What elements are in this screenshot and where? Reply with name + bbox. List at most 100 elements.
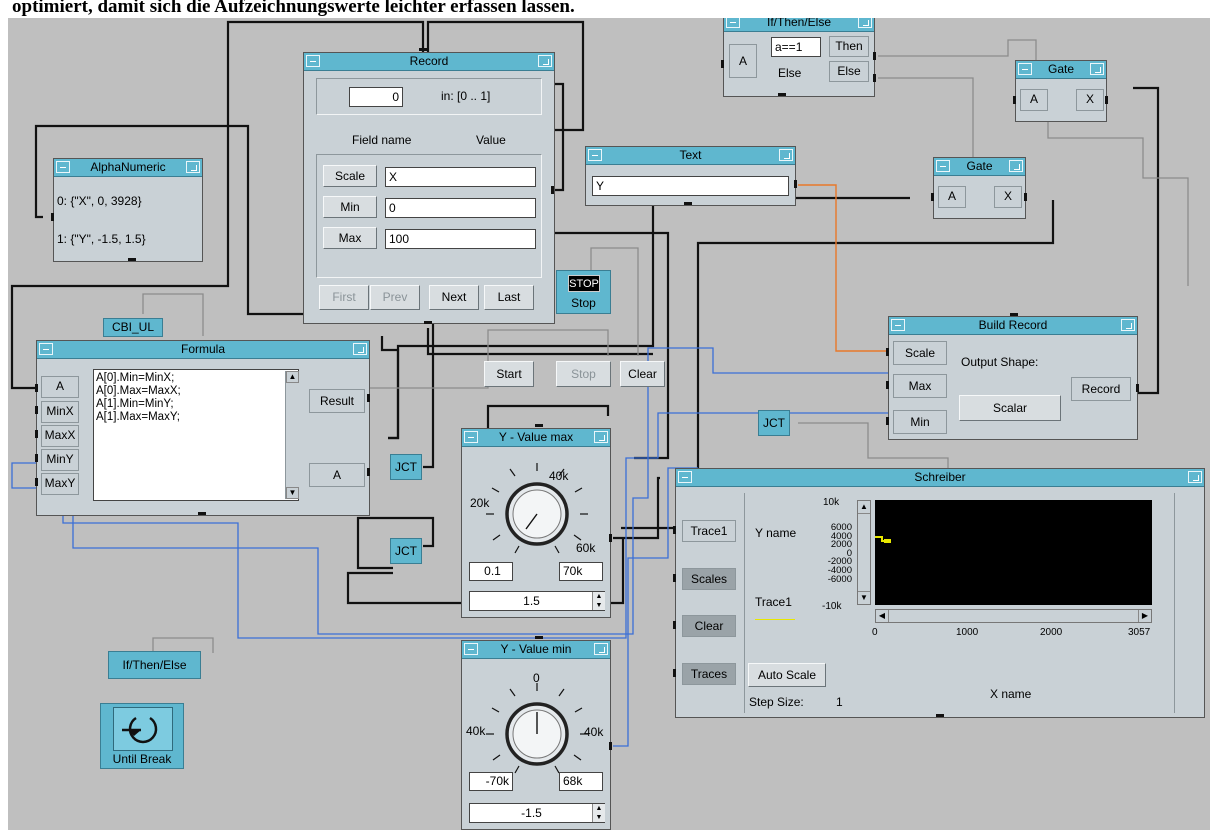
- input-pin-minx[interactable]: MinX: [41, 401, 79, 423]
- build-record-box[interactable]: Build Record Scale Max Min Output Shape:…: [888, 316, 1138, 440]
- input-pin-min[interactable]: Min: [893, 410, 947, 434]
- y-value-max-box[interactable]: Y - Value max 20k 40k 60k 0.1 70k 1.5 ▲ ▼: [461, 428, 611, 618]
- menu-icon[interactable]: [1009, 160, 1023, 172]
- minimize-icon[interactable]: [891, 319, 905, 331]
- input-pin-maxx[interactable]: MaxX: [41, 425, 79, 447]
- clear-button[interactable]: Clear: [620, 361, 665, 387]
- alphanumeric-titlebar[interactable]: AlphaNumeric: [54, 159, 202, 177]
- menu-icon[interactable]: [594, 431, 608, 443]
- input-pin-clear[interactable]: Clear: [682, 615, 736, 637]
- input-pin-maxy[interactable]: MaxY: [41, 473, 79, 495]
- input-pin-miny[interactable]: MinY: [41, 449, 79, 471]
- menu-icon[interactable]: [858, 18, 872, 28]
- spinner-icon[interactable]: ▲ ▼: [592, 592, 605, 610]
- alphanumeric-box[interactable]: AlphaNumeric 0: {"X", 0, 3928} 1: {"Y", …: [53, 158, 203, 262]
- scroll-left-icon[interactable]: ◀: [876, 610, 889, 622]
- input-pin-trace1[interactable]: Trace1: [682, 520, 736, 542]
- y-value-max-titlebar[interactable]: Y - Value max: [462, 429, 610, 447]
- input-pin-a[interactable]: A: [729, 44, 757, 78]
- record-prev-button[interactable]: Prev: [370, 285, 420, 310]
- gate-titlebar[interactable]: Gate: [934, 158, 1025, 176]
- auto-scale-button[interactable]: Auto Scale: [748, 663, 826, 687]
- stop-button[interactable]: Stop: [556, 361, 611, 387]
- until-break-object[interactable]: Until Break: [100, 703, 184, 769]
- jct-object[interactable]: JCT: [390, 538, 422, 564]
- menu-icon[interactable]: [1121, 319, 1135, 331]
- y-value-min-titlebar[interactable]: Y - Value min: [462, 641, 610, 659]
- input-pin-a[interactable]: A: [41, 376, 79, 398]
- scroll-down-icon[interactable]: ▼: [286, 487, 299, 499]
- output-pin-result[interactable]: Result: [309, 389, 365, 413]
- minimize-icon[interactable]: [726, 18, 740, 28]
- scroll-up-icon[interactable]: ▲: [858, 501, 870, 514]
- text-box[interactable]: Text Y: [585, 146, 796, 206]
- output-pin-record[interactable]: Record: [1071, 377, 1131, 401]
- knob-value-field[interactable]: -1.5: [469, 803, 605, 823]
- record-index-field[interactable]: 0: [349, 87, 403, 107]
- field-scale-value[interactable]: X: [385, 167, 536, 187]
- minimize-icon[interactable]: [588, 149, 602, 161]
- spinner-icon[interactable]: ▲ ▼: [592, 804, 605, 822]
- menu-icon[interactable]: [779, 149, 793, 161]
- plot-area[interactable]: [875, 500, 1152, 605]
- if-then-else-icon[interactable]: If/Then/Else: [108, 651, 201, 679]
- input-pin-a[interactable]: A: [938, 186, 966, 208]
- knob-dial[interactable]: [482, 679, 592, 779]
- start-button[interactable]: Start: [484, 361, 534, 387]
- schreiber-titlebar[interactable]: Schreiber: [676, 469, 1204, 487]
- input-pin-scale[interactable]: Scale: [893, 341, 947, 365]
- gate-box[interactable]: Gate A X: [933, 157, 1026, 219]
- minimize-icon[interactable]: [1018, 63, 1032, 75]
- x-scrollbar[interactable]: ◀ ▶: [875, 609, 1152, 623]
- build-record-titlebar[interactable]: Build Record: [889, 317, 1137, 335]
- output-pin-a[interactable]: A: [309, 463, 365, 487]
- knob-min-field[interactable]: 0.1: [469, 562, 513, 581]
- input-pin-traces[interactable]: Traces: [682, 663, 736, 685]
- menu-icon[interactable]: [594, 643, 608, 655]
- knob-max-field[interactable]: 68k: [559, 772, 603, 791]
- minimize-icon[interactable]: [39, 343, 53, 355]
- field-min-value[interactable]: 0: [385, 198, 536, 218]
- menu-icon[interactable]: [1090, 63, 1104, 75]
- minimize-icon[interactable]: [56, 161, 70, 173]
- shape-scalar-button[interactable]: Scalar: [959, 395, 1061, 421]
- field-max-button[interactable]: Max: [323, 227, 377, 249]
- record-last-button[interactable]: Last: [484, 285, 534, 310]
- menu-icon[interactable]: [186, 161, 200, 173]
- record-titlebar[interactable]: Record: [304, 53, 554, 71]
- gate-titlebar[interactable]: Gate: [1016, 61, 1106, 79]
- input-pin-a[interactable]: A: [1020, 89, 1048, 111]
- minimize-icon[interactable]: [306, 55, 320, 67]
- menu-icon[interactable]: [538, 55, 552, 67]
- output-pin-x[interactable]: X: [1076, 89, 1104, 111]
- condition-field[interactable]: a==1: [771, 37, 821, 57]
- record-box[interactable]: Record 0 in: [0 .. 1] Field name Value S…: [303, 52, 555, 324]
- formula-editor[interactable]: A[0].Min=MinX; A[0].Max=MaxX; A[1].Min=M…: [93, 369, 299, 501]
- knob-min-field[interactable]: -70k: [469, 772, 513, 791]
- scroll-down-icon[interactable]: ▼: [858, 591, 870, 604]
- workspace-canvas[interactable]: Record 0 in: [0 .. 1] Field name Value S…: [8, 18, 1210, 830]
- minimize-icon[interactable]: [936, 160, 950, 172]
- stop-object[interactable]: STOP Stop: [556, 270, 611, 314]
- minimize-icon[interactable]: [464, 643, 478, 655]
- input-pin-scales[interactable]: Scales: [682, 568, 736, 590]
- knob-value-field[interactable]: 1.5: [469, 591, 605, 611]
- scroll-right-icon[interactable]: ▶: [1138, 610, 1151, 622]
- minimize-icon[interactable]: [464, 431, 478, 443]
- jct-object[interactable]: JCT: [758, 410, 790, 436]
- cbi-ul-object[interactable]: CBI_UL: [103, 318, 163, 337]
- y-value-min-box[interactable]: Y - Value min 0 40k 40k -70k 68k -1.5 ▲ ▼: [461, 640, 611, 830]
- formula-box[interactable]: Formula A MinX MaxX MinY MaxY A[0].Min=M…: [36, 340, 370, 516]
- output-pin-else[interactable]: Else: [829, 61, 869, 82]
- record-next-button[interactable]: Next: [429, 285, 479, 310]
- input-pin-max[interactable]: Max: [893, 374, 947, 398]
- if-then-else-box[interactable]: If/Then/Else A a==1 Else Then Else: [723, 18, 875, 97]
- menu-icon[interactable]: [1188, 471, 1202, 483]
- text-titlebar[interactable]: Text: [586, 147, 795, 165]
- output-pin-x[interactable]: X: [994, 186, 1022, 208]
- knob-max-field[interactable]: 70k: [559, 562, 603, 581]
- scroll-up-icon[interactable]: ▲: [286, 371, 299, 383]
- field-scale-button[interactable]: Scale: [323, 165, 377, 187]
- field-max-value[interactable]: 100: [385, 229, 536, 249]
- if-then-else-titlebar[interactable]: If/Then/Else: [724, 18, 874, 32]
